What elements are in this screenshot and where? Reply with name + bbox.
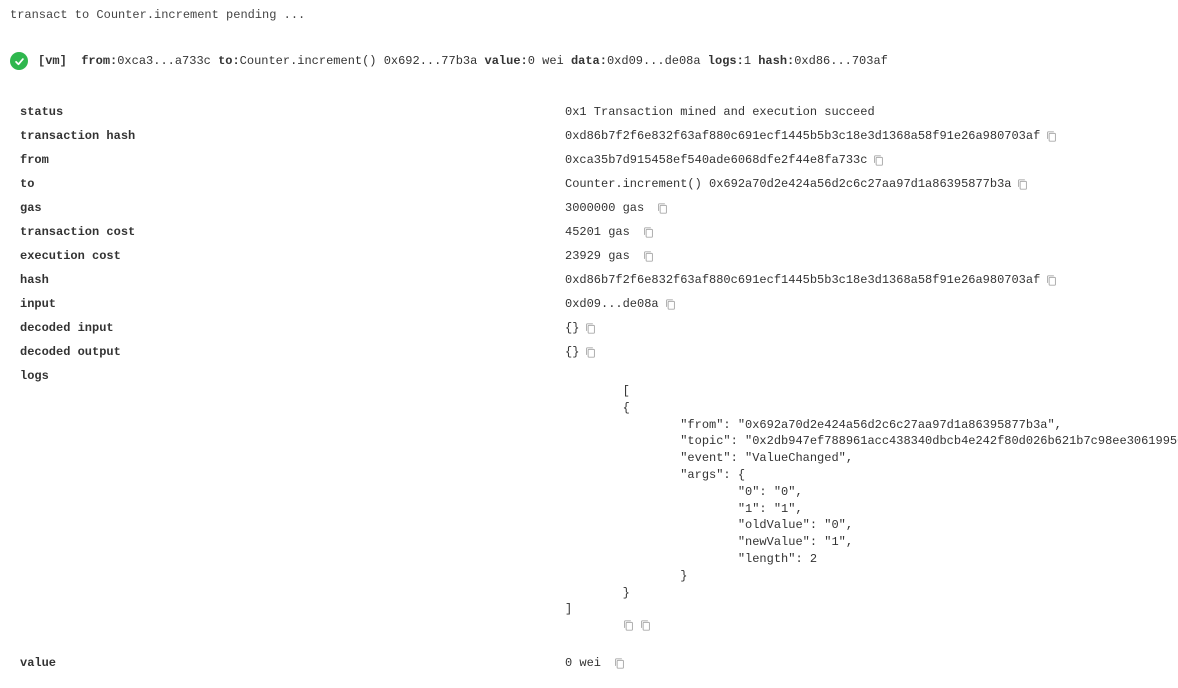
value-short: 0 wei <box>528 54 564 68</box>
txhash-row: transaction hash 0xd86b7f2f6e832f63af880… <box>20 129 1168 143</box>
transaction-details: status 0x1 Transaction mined and executi… <box>10 105 1168 670</box>
hash-row: hash 0xd86b7f2f6e832f63af880c691ecf1445b… <box>20 273 1168 287</box>
execcost-value: 23929 gas <box>565 249 654 263</box>
copy-icon[interactable] <box>623 619 634 632</box>
value-value: 0 wei <box>565 656 625 670</box>
copy-icon[interactable] <box>585 346 596 359</box>
doutput-row: decoded output {} <box>20 345 1168 359</box>
doutput-label: decoded output <box>20 345 565 359</box>
pending-status: transact to Counter.increment pending ..… <box>10 8 1168 22</box>
dinput-value: {} <box>565 321 596 335</box>
copy-icon[interactable] <box>1046 130 1057 143</box>
input-label: input <box>20 297 565 311</box>
logs-label: logs: <box>708 54 744 68</box>
data-short: 0xd09...de08a <box>607 54 701 68</box>
value-label: value: <box>485 54 528 68</box>
gas-row: gas 3000000 gas <box>20 201 1168 215</box>
data-label: data: <box>571 54 607 68</box>
success-check-icon <box>10 52 28 70</box>
to-value: Counter.increment() 0x692a70d2e424a56d2c… <box>565 177 1028 191</box>
to-label: to: <box>218 54 240 68</box>
copy-icon[interactable] <box>640 619 651 632</box>
txcost-value: 45201 gas <box>565 225 654 239</box>
input-value: 0xd09...de08a <box>565 297 676 311</box>
gas-value: 3000000 gas <box>565 201 668 215</box>
hash-short: 0xd86...703af <box>794 54 888 68</box>
execcost-label: execution cost <box>20 249 565 263</box>
from-label: from: <box>81 54 117 68</box>
summary-text: [vm] from:0xca3...a733c to:Counter.incre… <box>38 54 888 68</box>
hash-value: 0xd86b7f2f6e832f63af880c691ecf1445b5b3c1… <box>565 273 1057 287</box>
status-value: 0x1 Transaction mined and execution succ… <box>565 105 875 119</box>
txcost-label: transaction cost <box>20 225 565 239</box>
doutput-value: {} <box>565 345 596 359</box>
value-label-d: value <box>20 656 565 670</box>
execcost-row: execution cost 23929 gas <box>20 249 1168 263</box>
status-row: status 0x1 Transaction mined and executi… <box>20 105 1168 119</box>
vm-tag: [vm] <box>38 54 67 68</box>
logs-row: logs [ { "from": "0x692a70d2e424a56d2c6c… <box>20 369 1168 646</box>
txcost-row: transaction cost 45201 gas <box>20 225 1168 239</box>
txhash-label: transaction hash <box>20 129 565 143</box>
hash-label: hash: <box>758 54 794 68</box>
copy-icon[interactable] <box>643 226 654 239</box>
txhash-value: 0xd86b7f2f6e832f63af880c691ecf1445b5b3c1… <box>565 129 1057 143</box>
status-label: status <box>20 105 565 119</box>
gas-label: gas <box>20 201 565 215</box>
dinput-row: decoded input {} <box>20 321 1168 335</box>
logs-value: [ { "from": "0x692a70d2e424a56d2c6c27aa9… <box>565 369 1178 646</box>
copy-icon[interactable] <box>873 154 884 167</box>
input-row: input 0xd09...de08a <box>20 297 1168 311</box>
value-row: value 0 wei <box>20 656 1168 670</box>
copy-icon[interactable] <box>1046 274 1057 287</box>
copy-icon[interactable] <box>657 202 668 215</box>
dinput-label: decoded input <box>20 321 565 335</box>
transaction-summary: [vm] from:0xca3...a733c to:Counter.incre… <box>10 52 1168 70</box>
hash-label-d: hash <box>20 273 565 287</box>
logs-count: 1 <box>744 54 751 68</box>
to-row: to Counter.increment() 0x692a70d2e424a56… <box>20 177 1168 191</box>
copy-icon[interactable] <box>643 250 654 263</box>
from-label-d: from <box>20 153 565 167</box>
to-short: Counter.increment() 0x692...77b3a <box>240 54 478 68</box>
from-row: from 0xca35b7d915458ef540ade6068dfe2f44e… <box>20 153 1168 167</box>
copy-icon[interactable] <box>585 322 596 335</box>
copy-icon[interactable] <box>665 298 676 311</box>
copy-icon[interactable] <box>1017 178 1028 191</box>
from-short: 0xca3...a733c <box>117 54 211 68</box>
logs-label-d: logs <box>20 369 565 383</box>
to-label-d: to <box>20 177 565 191</box>
from-value: 0xca35b7d915458ef540ade6068dfe2f44e8fa73… <box>565 153 884 167</box>
copy-icon[interactable] <box>614 657 625 670</box>
